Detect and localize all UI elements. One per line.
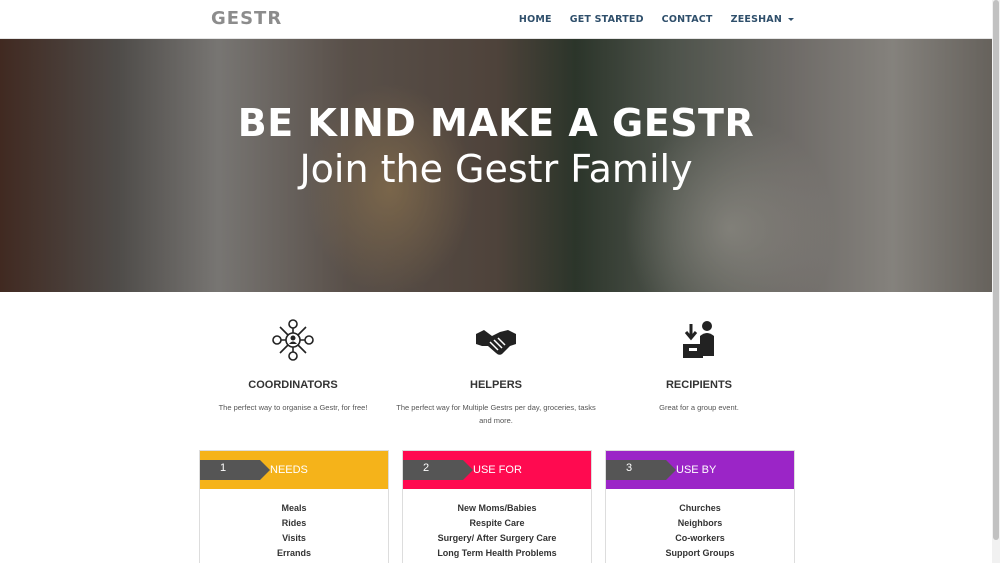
list-item: Respite Care xyxy=(469,518,525,528)
list-item: Errands xyxy=(276,548,311,558)
card-label: NEEDS xyxy=(270,464,308,476)
feature-title: RECIPIENTS xyxy=(665,379,732,391)
card-header: 1 NEEDS xyxy=(200,451,388,489)
list-item: Visits xyxy=(282,533,306,543)
card-header: 3 USE BY xyxy=(606,451,794,489)
card-use-for: 2 USE FOR New Moms/Babies Respite Care S… xyxy=(402,450,592,563)
list-item: Rides xyxy=(281,518,307,528)
feature-title: COORDINATORS xyxy=(248,379,338,391)
hero-banner: BE KIND MAKE A GESTR Join the Gestr Fami… xyxy=(0,39,992,292)
step-badge: 3 xyxy=(606,460,676,480)
list-item: Support Groups xyxy=(665,548,735,558)
hero-title: BE KIND MAKE A GESTR xyxy=(237,101,755,145)
features-section: COORDINATORS The perfect way to organise… xyxy=(0,292,992,442)
nav-get-started[interactable]: GET STARTED xyxy=(570,14,644,25)
card-label: USE BY xyxy=(676,464,717,476)
list-item: Co-workers xyxy=(675,533,725,543)
step-badge: 1 xyxy=(200,460,270,480)
card-list: New Moms/Babies Respite Care Surgery/ Af… xyxy=(403,501,591,561)
feature-desc: The perfect way to organise a Gestr, for… xyxy=(218,403,368,412)
card-label: USE FOR xyxy=(473,464,522,476)
network-people-icon xyxy=(272,319,314,361)
card-list: Churches Neighbors Co-workers Support Gr… xyxy=(606,501,794,561)
scrollbar[interactable] xyxy=(992,0,1000,563)
card-use-by: 3 USE BY Churches Neighbors Co-workers S… xyxy=(605,450,795,563)
card-needs: 1 NEEDS Meals Rides Visits Errands xyxy=(199,450,389,563)
card-header: 2 USE FOR xyxy=(403,451,591,489)
feature-desc: Great for a group event. xyxy=(659,403,739,412)
card-list: Meals Rides Visits Errands xyxy=(200,501,388,561)
list-item: Meals xyxy=(281,503,307,513)
handshake-icon xyxy=(476,330,516,355)
recipient-box-icon xyxy=(683,321,714,358)
feature-desc: The perfect way for Multiple Gestrs per … xyxy=(396,403,596,425)
navbar: GESTR HOME GET STARTED CONTACT ZEESHAN xyxy=(0,0,992,39)
step-badge: 2 xyxy=(403,460,473,480)
feature-title: HELPERS xyxy=(470,379,522,391)
hero-subtitle: Join the Gestr Family xyxy=(299,147,693,191)
user-name: ZEESHAN xyxy=(730,14,782,25)
list-item: Long Term Health Problems xyxy=(437,548,557,558)
nav-menu: HOME GET STARTED CONTACT ZEESHAN xyxy=(519,0,794,39)
nav-contact[interactable]: CONTACT xyxy=(662,14,713,25)
nav-user-dropdown[interactable]: ZEESHAN xyxy=(731,14,794,25)
list-item: Churches xyxy=(679,503,721,513)
list-item: Neighbors xyxy=(677,518,723,528)
scroll-thumb[interactable] xyxy=(993,0,999,540)
list-item: Surgery/ After Surgery Care xyxy=(437,533,557,543)
list-item: New Moms/Babies xyxy=(457,503,537,513)
caret-down-icon xyxy=(788,18,794,21)
nav-home[interactable]: HOME xyxy=(519,14,552,25)
brand-logo[interactable]: GESTR xyxy=(211,8,282,29)
